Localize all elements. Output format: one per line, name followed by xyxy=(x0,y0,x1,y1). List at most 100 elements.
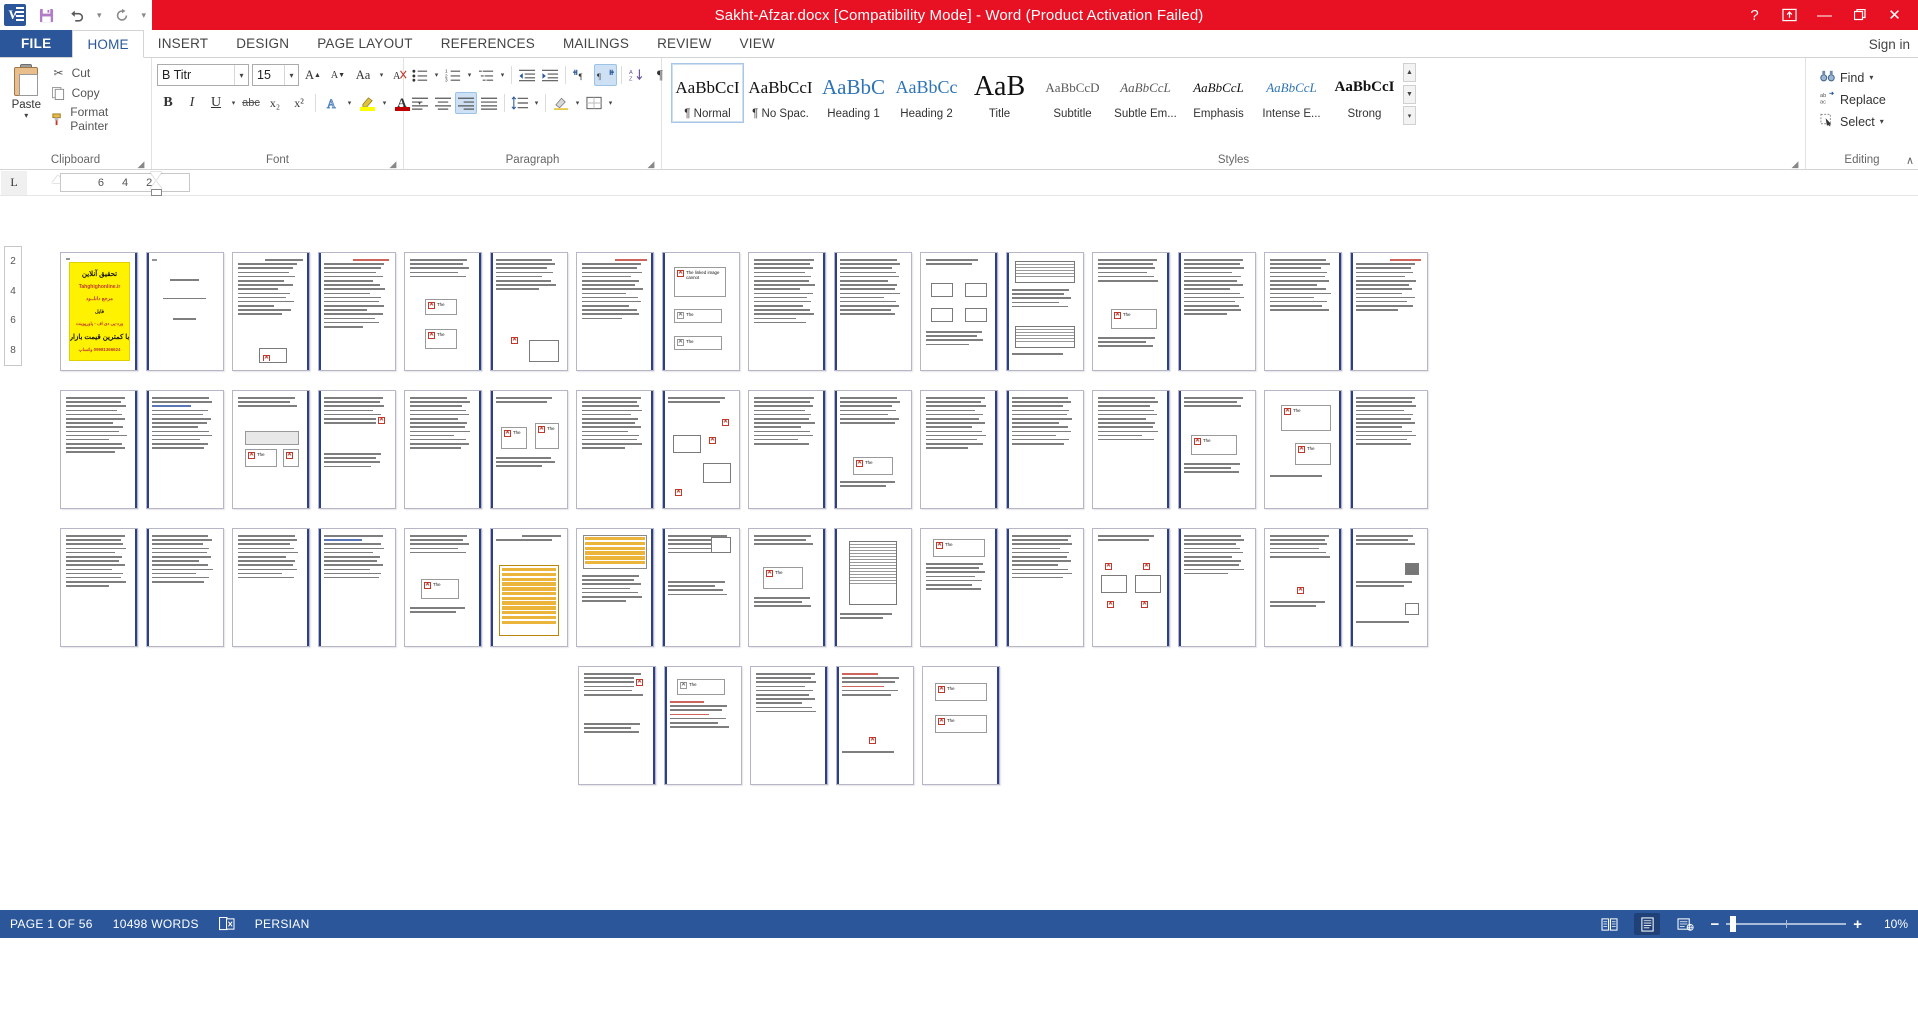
right-indent-top-marker[interactable] xyxy=(150,172,162,180)
style-no-spacing[interactable]: AaBbCcI ¶ No Spac. xyxy=(744,63,817,123)
paragraph-dialog-launcher[interactable]: ◢ xyxy=(645,156,657,169)
page-thumbnail[interactable] xyxy=(1178,528,1256,647)
style-subtle-emphasis[interactable]: AaBbCcL Subtle Em... xyxy=(1109,63,1182,123)
strikethrough-button[interactable]: abc xyxy=(240,92,262,114)
sort-button[interactable]: AZ xyxy=(626,64,648,86)
page-thumbnail[interactable] xyxy=(920,390,998,509)
line-spacing-caret-icon[interactable]: ▾ xyxy=(532,99,541,107)
page-thumbnail[interactable]: ✕ The xyxy=(404,528,482,647)
text-effects-caret-icon[interactable]: ▾ xyxy=(345,99,354,107)
close-button[interactable]: ✕ xyxy=(1877,0,1912,30)
highlight-color-caret-icon[interactable]: ▾ xyxy=(380,99,389,107)
decrease-indent-button[interactable] xyxy=(516,64,538,86)
page-thumbnail[interactable] xyxy=(1350,390,1428,509)
page-thumbnail[interactable] xyxy=(146,390,224,509)
page-indicator[interactable]: PAGE 1 OF 56 xyxy=(10,917,93,931)
shading-button[interactable] xyxy=(550,92,572,114)
font-size-caret-icon[interactable]: ▾ xyxy=(284,65,298,85)
page-thumbnail[interactable] xyxy=(1006,252,1084,371)
format-painter-button[interactable]: Format Painter xyxy=(48,104,146,134)
zoom-in-button[interactable]: + xyxy=(1853,917,1862,932)
zoom-slider[interactable]: − + xyxy=(1710,916,1862,932)
page-thumbnail[interactable] xyxy=(1350,252,1428,371)
superscript-button[interactable]: x² xyxy=(288,92,310,114)
page-thumbnail[interactable]: ✕ The xyxy=(664,666,742,785)
subscript-button[interactable]: x₂ xyxy=(264,92,286,114)
print-layout-icon[interactable] xyxy=(1634,913,1661,935)
page-thumbnail[interactable] xyxy=(834,528,912,647)
font-name-caret-icon[interactable]: ▾ xyxy=(234,65,248,85)
undo-icon[interactable] xyxy=(66,4,88,26)
cut-button[interactable]: ✂ Cut xyxy=(48,64,146,82)
copy-button[interactable]: Copy xyxy=(48,84,146,102)
page-thumbnail[interactable]: ✕ The ✕ The xyxy=(1264,390,1342,509)
help-icon[interactable]: ? xyxy=(1737,0,1772,30)
line-spacing-button[interactable] xyxy=(509,92,531,114)
page-thumbnail[interactable]: ✕ The xyxy=(1092,252,1170,371)
increase-indent-button[interactable] xyxy=(539,64,561,86)
tab-file[interactable]: FILE xyxy=(0,30,73,57)
style-title[interactable]: AaB Title xyxy=(963,63,1036,123)
page-thumbnail[interactable] xyxy=(748,252,826,371)
tab-view[interactable]: VIEW xyxy=(726,30,789,57)
page-thumbnail[interactable]: ✕ The ✕ The xyxy=(404,252,482,371)
tab-insert[interactable]: INSERT xyxy=(144,30,222,57)
page-thumbnail[interactable] xyxy=(920,252,998,371)
font-size-combo[interactable]: 15 ▾ xyxy=(252,64,299,86)
page-thumbnail[interactable] xyxy=(318,528,396,647)
page-thumbnail[interactable] xyxy=(576,528,654,647)
page-thumbnail[interactable] xyxy=(1006,390,1084,509)
left-to-right-button[interactable]: ¶ xyxy=(570,64,593,86)
zoom-track[interactable] xyxy=(1726,916,1847,932)
tab-references[interactable]: REFERENCES xyxy=(427,30,549,57)
paste-button[interactable]: Paste ▾ xyxy=(5,62,48,120)
tab-mailings[interactable]: MAILINGS xyxy=(549,30,643,57)
hanging-indent-marker[interactable] xyxy=(150,181,162,189)
underline-button[interactable]: U xyxy=(205,92,227,114)
restore-button[interactable] xyxy=(1842,0,1877,30)
web-layout-icon[interactable] xyxy=(1672,913,1698,935)
zoom-out-button[interactable]: − xyxy=(1710,917,1719,932)
text-effects-button[interactable]: A xyxy=(321,92,343,114)
page-thumbnail[interactable] xyxy=(1092,390,1170,509)
page-thumbnail[interactable]: ✕ ✕ ✕ ✕ xyxy=(1092,528,1170,647)
page-thumbnail[interactable] xyxy=(404,390,482,509)
page-thumbnail[interactable]: ✕ The ✕ The xyxy=(490,390,568,509)
align-left-button[interactable] xyxy=(409,92,431,114)
word-count[interactable]: 10498 WORDS xyxy=(113,917,199,931)
select-caret-icon[interactable]: ▾ xyxy=(1880,117,1884,126)
page-thumbnail[interactable] xyxy=(1350,528,1428,647)
document-canvas[interactable]: 2 4 6 8 تحقیق آنلاین Tahghighonline.ir م… xyxy=(0,196,1918,910)
page-thumbnail[interactable] xyxy=(576,252,654,371)
page-thumbnail[interactable]: تحقیق آنلاین Tahghighonline.ir مرجع دانل… xyxy=(60,252,138,371)
style-intense-emphasis[interactable]: AaBbCcL Intense E... xyxy=(1255,63,1328,123)
borders-caret-icon[interactable]: ▾ xyxy=(606,99,615,107)
page-thumbnail[interactable] xyxy=(60,528,138,647)
zoom-level[interactable]: 10% xyxy=(1874,917,1908,931)
page-thumbnail[interactable] xyxy=(1178,252,1256,371)
styles-scroll-up-icon[interactable]: ▲ xyxy=(1403,63,1416,82)
page-thumbnail[interactable]: ✕ xyxy=(836,666,914,785)
horizontal-ruler[interactable]: 6 4 2 xyxy=(60,173,190,192)
justify-button[interactable] xyxy=(478,92,500,114)
page-thumbnail[interactable]: ✕ xyxy=(318,390,396,509)
bullets-caret-icon[interactable]: ▾ xyxy=(432,71,441,79)
numbering-caret-icon[interactable]: ▾ xyxy=(465,71,474,79)
page-thumbnail[interactable]: ✕ The ✕ xyxy=(232,390,310,509)
left-indent-marker[interactable] xyxy=(151,189,162,196)
change-case-caret-icon[interactable]: ▾ xyxy=(377,71,386,79)
page-thumbnail[interactable] xyxy=(1264,252,1342,371)
style-heading-2[interactable]: AaBbCc Heading 2 xyxy=(890,63,963,123)
align-center-button[interactable] xyxy=(432,92,454,114)
tab-review[interactable]: REVIEW xyxy=(643,30,725,57)
find-button[interactable]: Find ▾ xyxy=(1817,68,1889,87)
find-caret-icon[interactable]: ▾ xyxy=(1869,73,1873,82)
font-name-combo[interactable]: B Titr ▾ xyxy=(157,64,249,86)
tab-stop-selector[interactable]: L xyxy=(1,170,27,195)
page-thumbnail[interactable] xyxy=(748,390,826,509)
tab-home[interactable]: HOME xyxy=(72,30,144,58)
bold-button[interactable]: B xyxy=(157,92,179,114)
page-thumbnail[interactable]: ✕ xyxy=(490,252,568,371)
page-thumbnail[interactable]: ✕ xyxy=(1264,528,1342,647)
page-thumbnail[interactable] xyxy=(834,252,912,371)
